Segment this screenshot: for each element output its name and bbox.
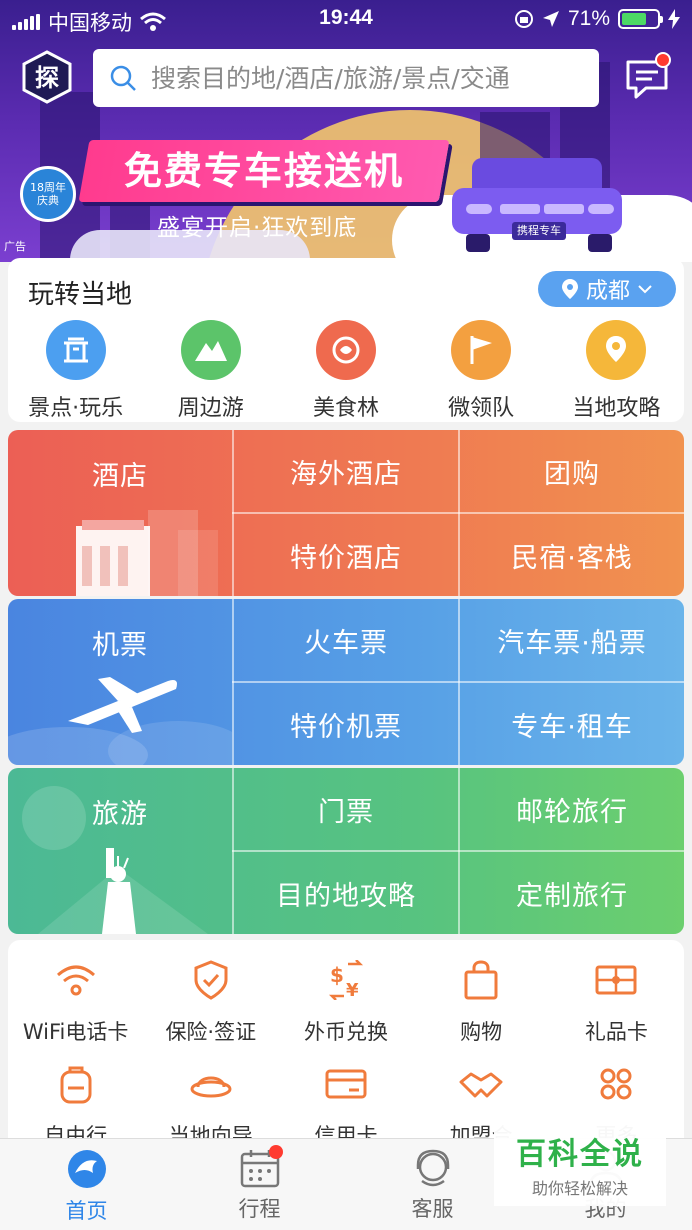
message-badge: [655, 52, 671, 68]
tile-overseas-hotel[interactable]: 海外酒店: [234, 430, 458, 512]
status-bar: 中国移动 19:44 71%: [0, 0, 692, 40]
tool-local-guide[interactable]: 当地向导: [143, 1062, 278, 1150]
explore-logo-icon[interactable]: 探: [20, 50, 74, 104]
shield-icon: [189, 958, 233, 1002]
tile-train[interactable]: 火车票: [234, 599, 458, 681]
battery-percent: 71%: [567, 7, 610, 30]
svg-text:探: 探: [35, 64, 59, 92]
credit-card-icon: [324, 1062, 368, 1106]
statue-of-liberty-icon: [22, 786, 208, 934]
chevron-down-icon: [638, 285, 652, 294]
hotel-block: 酒店 海外酒店 团购 特价酒店 民宿·客栈: [8, 430, 684, 596]
tile-car-rental[interactable]: 专车·租车: [460, 683, 684, 765]
local-section: 玩转当地 成都 景点·玩乐 周边游 美食林 微领队 当地攻略: [8, 258, 684, 422]
anniversary-badge: 18周年 庆典: [20, 166, 76, 222]
local-item-nearby[interactable]: 周边游: [143, 320, 278, 422]
tile-cruise[interactable]: 邮轮旅行: [460, 768, 684, 850]
tool-insurance-visa[interactable]: 保险·签证: [143, 958, 278, 1046]
tile-destination-guide[interactable]: 目的地攻略: [234, 852, 458, 934]
svg-text:¥: ¥: [346, 980, 359, 1000]
search-icon: [110, 65, 136, 91]
ad-tag: 广告: [4, 240, 26, 253]
flag-icon: [451, 320, 512, 380]
hotel-main-tile[interactable]: 酒店: [8, 430, 232, 596]
local-item-local-guide[interactable]: 当地攻略: [549, 320, 684, 422]
orientation-lock-icon: [514, 10, 533, 28]
svg-text:$: $: [330, 963, 344, 987]
tool-gift-card[interactable]: 礼品卡: [549, 958, 684, 1046]
tile-discount-hotel[interactable]: 特价酒店: [234, 514, 458, 596]
travel-block: 旅游 门票 邮轮旅行 目的地攻略 定制旅行: [8, 768, 684, 934]
tab-home[interactable]: 首页: [0, 1139, 173, 1230]
search-input[interactable]: [151, 63, 599, 93]
flight-block: 机票 火车票 汽车票·船票 特价机票 专车·租车: [8, 599, 684, 765]
city-name: 成都: [585, 279, 630, 304]
city-selector[interactable]: 成都: [538, 271, 676, 307]
car-label: 携程专车: [512, 222, 566, 240]
food-icon: [315, 320, 376, 380]
tile-custom-travel[interactable]: 定制旅行: [460, 852, 684, 934]
battery-icon: [618, 9, 663, 29]
tile-group-buy[interactable]: 团购: [460, 430, 684, 512]
guide-hat-icon: [189, 1062, 233, 1106]
tool-shopping[interactable]: 购物: [414, 958, 549, 1046]
backpack-icon: [54, 1062, 98, 1106]
tile-bus-ship[interactable]: 汽车票·船票: [460, 599, 684, 681]
tile-homestay-inn[interactable]: 民宿·客栈: [460, 514, 684, 596]
promo-banner[interactable]: 免费专车接送机 盛宴开启·狂欢到底 18周年 庆典 广告 携程专车 中国移动 1…: [0, 0, 692, 262]
airplane-icon: [8, 677, 232, 765]
local-item-guide-team[interactable]: 微领队: [414, 320, 549, 422]
home-dolphin-icon: [67, 1150, 106, 1188]
customer-service-icon: [416, 1149, 449, 1187]
banner-title: 免费专车接送机: [78, 140, 450, 202]
local-item-food[interactable]: 美食林: [278, 320, 413, 422]
attraction-icon: [45, 320, 106, 380]
itinerary-badge: [269, 1145, 283, 1159]
tab-itinerary[interactable]: 行程: [173, 1139, 346, 1230]
mountain-icon: [180, 320, 241, 380]
tool-currency-exchange[interactable]: $ ¥ 外币兑换: [278, 958, 413, 1046]
tile-tickets[interactable]: 门票: [234, 768, 458, 850]
tool-free-travel[interactable]: 自由行: [8, 1062, 143, 1150]
search-bar[interactable]: [93, 49, 599, 107]
car-illustration: [452, 158, 622, 252]
charging-icon: [668, 9, 680, 29]
tool-credit-card[interactable]: 信用卡: [278, 1062, 413, 1150]
more-icon: [594, 1062, 638, 1106]
handshake-icon: [459, 1062, 503, 1106]
banner-subtitle: 盛宴开启·狂欢到底: [157, 215, 358, 241]
hotel-building-icon: [76, 510, 218, 596]
tool-wifi-sim[interactable]: WiFi电话卡: [8, 958, 143, 1046]
local-item-attractions[interactable]: 景点·玩乐: [8, 320, 143, 422]
shopping-bag-icon: [459, 958, 503, 1002]
wifi-icon: [54, 958, 98, 1002]
local-title: 玩转当地: [28, 280, 133, 310]
currency-exchange-icon: $ ¥: [324, 958, 368, 1002]
travel-main-tile[interactable]: 旅游: [8, 768, 232, 934]
map-pin-icon: [586, 320, 647, 380]
location-arrow-icon: [542, 11, 559, 27]
location-pin-icon: [561, 279, 578, 299]
gift-card-icon: [594, 958, 638, 1002]
watermark: 百科全说 助你轻松解决: [494, 1122, 666, 1206]
flight-main-tile[interactable]: 机票: [8, 599, 232, 765]
tile-discount-flight[interactable]: 特价机票: [234, 683, 458, 765]
